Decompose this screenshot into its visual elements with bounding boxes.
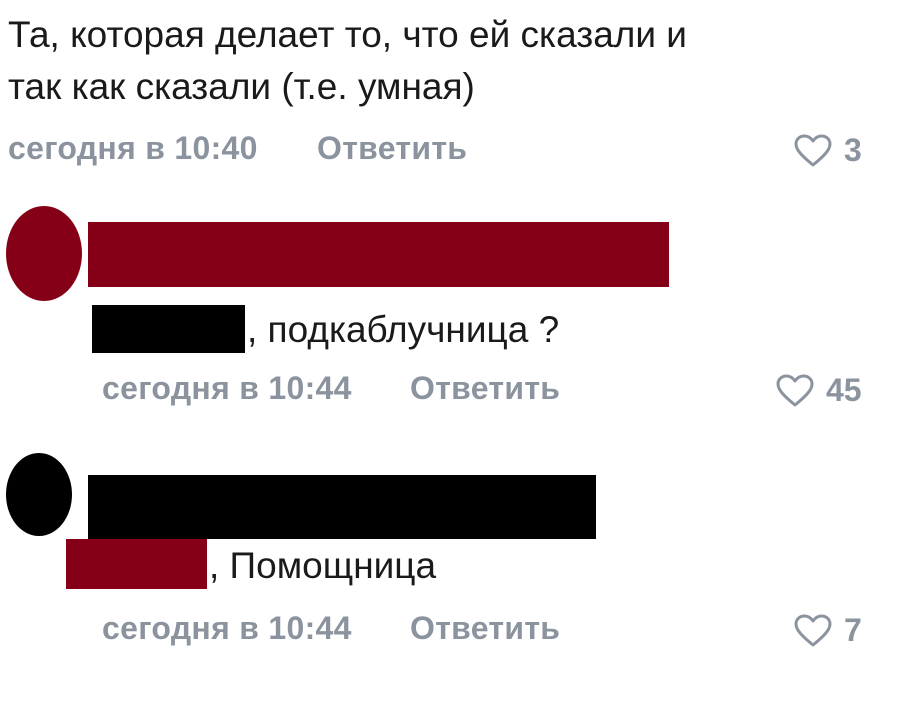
reply-button[interactable]: Ответить — [410, 370, 560, 407]
redacted-author-name — [88, 222, 669, 287]
comment-text: , Помощница — [66, 539, 436, 589]
like-count: 3 — [844, 132, 862, 168]
heart-outline-icon — [794, 134, 832, 166]
like-button[interactable]: 7 — [794, 612, 862, 649]
comment-text-line-1: Та, которая делает то, что ей сказали и — [8, 14, 687, 55]
comment-text-suffix: , подкаблучница ? — [247, 309, 560, 350]
redacted-mention — [92, 305, 245, 353]
like-button[interactable]: 45 — [776, 372, 862, 409]
avatar[interactable] — [6, 206, 82, 301]
redacted-mention — [66, 539, 207, 589]
redacted-author-name — [88, 475, 596, 539]
reply-button[interactable]: Ответить — [410, 610, 560, 647]
reply-button[interactable]: Ответить — [317, 130, 467, 167]
like-button[interactable]: 3 — [794, 132, 862, 169]
comment-timestamp: сегодня в 10:44 — [102, 370, 352, 406]
comment-timestamp: сегодня в 10:40 — [8, 130, 258, 166]
comment-timestamp: сегодня в 10:44 — [102, 610, 352, 646]
heart-outline-icon — [776, 374, 814, 406]
comment-text-line-2: так как сказали (т.е. умная) — [8, 66, 475, 107]
avatar[interactable] — [6, 453, 72, 536]
comment-text-suffix: , Помощница — [209, 545, 437, 586]
like-count: 45 — [826, 372, 862, 408]
comment-text: , подкаблучница ? — [92, 305, 559, 353]
like-count: 7 — [844, 612, 862, 648]
heart-outline-icon — [794, 614, 832, 646]
